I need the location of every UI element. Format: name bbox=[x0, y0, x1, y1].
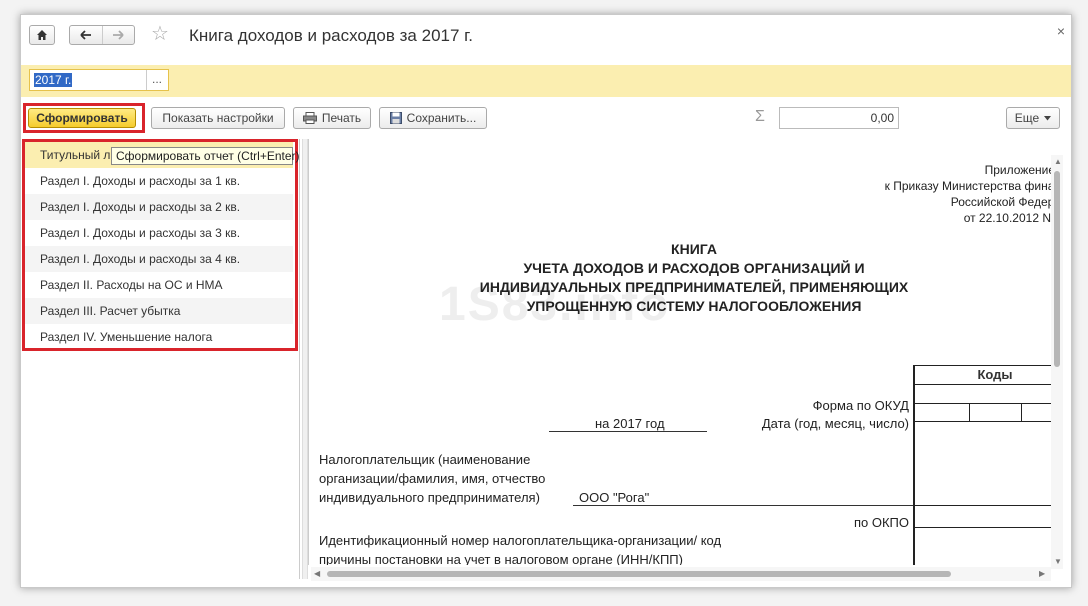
sections-pane: Титульный лист Раздел I. Доходы и расход… bbox=[21, 139, 300, 579]
section-item-tax-reduction[interactable]: Раздел IV. Уменьшение налога bbox=[25, 324, 293, 350]
section-item-income-q2[interactable]: Раздел I. Доходы и расходы за 2 кв. bbox=[25, 194, 293, 220]
codes-table: Коды bbox=[913, 365, 1061, 565]
date-label: Дата (год, месяц, число) bbox=[761, 416, 909, 431]
arrow-right-icon bbox=[113, 30, 124, 40]
year-text: на 2017 год bbox=[595, 416, 665, 431]
taxpayer-name: ООО "Рога" bbox=[579, 490, 650, 505]
back-button[interactable] bbox=[70, 26, 103, 44]
arrow-left-icon bbox=[80, 30, 91, 40]
printer-icon bbox=[302, 112, 317, 124]
forward-button[interactable] bbox=[103, 26, 135, 44]
horizontal-scroll-thumb[interactable] bbox=[327, 571, 951, 577]
section-item-fixed-assets[interactable]: Раздел II. Расходы на ОС и НМА bbox=[25, 272, 293, 298]
appendix-line-4: от 22.10.2012 N 1 bbox=[963, 211, 1061, 225]
section-item-loss-calc[interactable]: Раздел III. Расчет убытка bbox=[25, 298, 293, 324]
more-button[interactable]: Еще bbox=[1006, 107, 1060, 129]
codes-header: Коды bbox=[915, 365, 1061, 385]
book-title-line-3: ИНДИВИДУАЛЬНЫХ ПРЕДПРИНИМАТЕЛЕЙ, ПРИМЕНЯ… bbox=[479, 279, 909, 295]
inn-label-2: причины постановки на учет в налоговом о… bbox=[319, 552, 683, 565]
save-button[interactable]: Сохранить... bbox=[379, 107, 487, 129]
inn-label-1: Идентификационный номер налогоплательщик… bbox=[319, 533, 722, 548]
period-input[interactable]: 2017 г. bbox=[30, 70, 147, 90]
nav-buttons bbox=[69, 25, 135, 45]
chevron-down-icon bbox=[1044, 115, 1052, 120]
period-field: 2017 г. ... bbox=[29, 69, 169, 91]
period-select-button[interactable]: ... bbox=[146, 70, 168, 90]
favorite-star-icon[interactable]: ☆ bbox=[151, 23, 169, 45]
book-title-line-2: УЧЕТА ДОХОДОВ И РАСХОДОВ ОРГАНИЗАЦИЙ И bbox=[523, 260, 865, 276]
generate-button[interactable]: Сформировать bbox=[28, 108, 136, 128]
taxpayer-label-1: Налогоплательщик (наименование bbox=[319, 452, 531, 467]
sum-icon: Σ bbox=[755, 108, 765, 125]
section-item-income-q1[interactable]: Раздел I. Доходы и расходы за 1 кв. bbox=[25, 168, 293, 194]
generate-tooltip: Сформировать отчет (Ctrl+Enter) bbox=[111, 147, 300, 165]
print-label: Печать bbox=[321, 111, 362, 125]
more-label: Еще bbox=[1014, 111, 1040, 125]
scroll-left-icon[interactable]: ◀ bbox=[314, 569, 320, 578]
scroll-up-icon[interactable]: ▲ bbox=[1054, 157, 1062, 166]
vertical-scrollbar[interactable]: ▲ ▼ bbox=[1051, 155, 1063, 569]
taxpayer-label-2: организации/фамилия, имя, отчество bbox=[319, 471, 546, 486]
horizontal-scrollbar[interactable]: ◀ ▶ bbox=[311, 567, 1051, 581]
appendix-line-3: Российской Федера bbox=[950, 195, 1061, 209]
window-title: Книга доходов и расходов за 2017 г. bbox=[189, 26, 474, 45]
save-label: Сохранить... bbox=[406, 111, 477, 125]
home-icon bbox=[37, 30, 47, 40]
appendix-line-2: к Приказу Министерства финан bbox=[884, 179, 1061, 193]
filter-bar: 2017 г. ... bbox=[21, 65, 1071, 97]
section-item-income-q3[interactable]: Раздел I. Доходы и расходы за 3 кв. bbox=[25, 220, 293, 246]
section-item-income-q4[interactable]: Раздел I. Доходы и расходы за 4 кв. bbox=[25, 246, 293, 272]
report-document: 1S83.info Приложение к Приказу Министерс… bbox=[308, 139, 1061, 565]
report-window: ☆ Книга доходов и расходов за 2017 г. × … bbox=[20, 14, 1072, 588]
home-button[interactable] bbox=[29, 25, 55, 45]
show-settings-button[interactable]: Показать настройки bbox=[151, 107, 285, 129]
taxpayer-label-3: индивидуального предпринимателя) bbox=[319, 490, 540, 505]
scroll-down-icon[interactable]: ▼ bbox=[1054, 557, 1062, 566]
okpo-label: по ОКПО bbox=[853, 515, 909, 530]
print-button[interactable]: Печать bbox=[293, 107, 371, 129]
okud-label: Форма по ОКУД bbox=[812, 398, 909, 413]
toolbar: Сформировать Показать настройки Печать С… bbox=[21, 103, 1071, 133]
floppy-disk-icon bbox=[389, 112, 402, 124]
book-title: КНИГА bbox=[671, 241, 717, 257]
vertical-scroll-thumb[interactable] bbox=[1054, 171, 1060, 367]
title-bar: ☆ Книга доходов и расходов за 2017 г. × bbox=[21, 15, 1071, 59]
appendix-line-1: Приложение bbox=[984, 163, 1055, 177]
book-title-line-4: УПРОЩЕННУЮ СИСТЕМУ НАЛОГООБЛОЖЕНИЯ bbox=[526, 298, 862, 314]
sum-field[interactable]: 0,00 bbox=[779, 107, 899, 129]
close-icon[interactable]: × bbox=[1057, 23, 1065, 39]
scroll-right-icon[interactable]: ▶ bbox=[1039, 569, 1045, 578]
